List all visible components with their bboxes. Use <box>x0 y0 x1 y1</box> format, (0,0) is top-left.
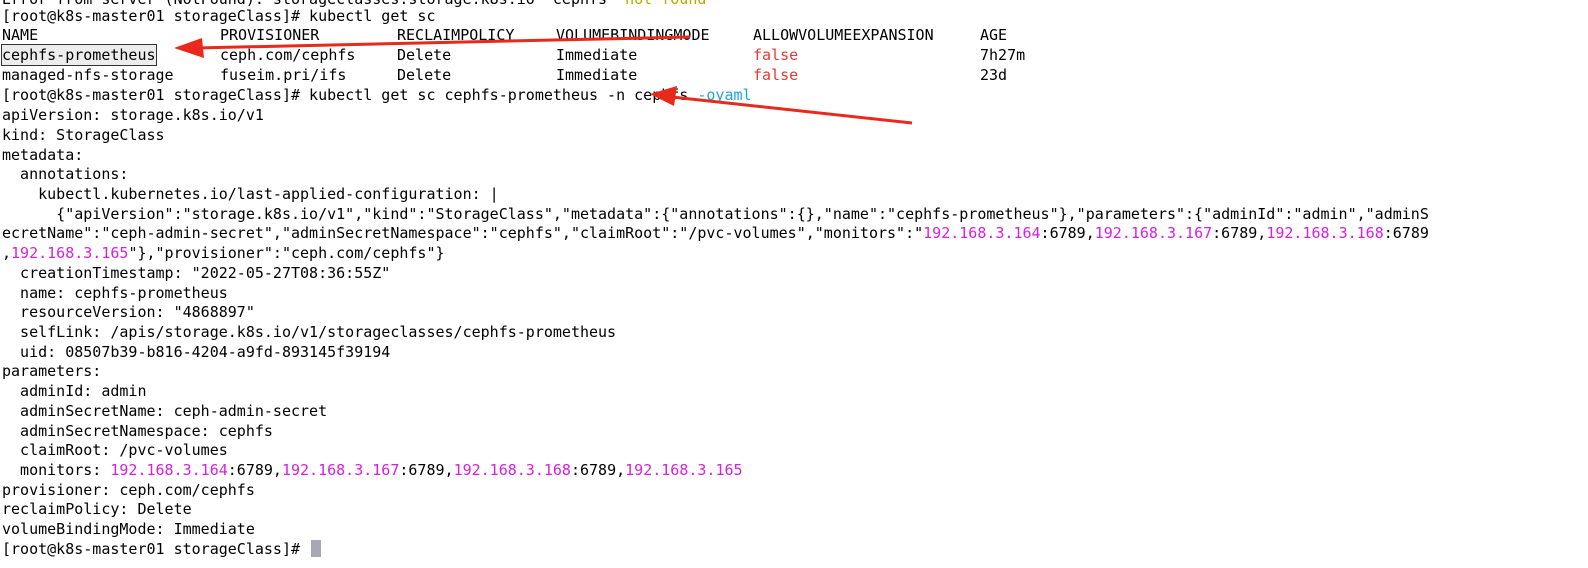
command-line-3[interactable]: [root@k8s-master01 storageClass]# <box>2 539 322 559</box>
yaml-line: annotations: <box>2 165 129 183</box>
table-row: cephfs-prometheus ceph.com/cephfs Delete… <box>1 44 1502 66</box>
row-bindingmode: Immediate <box>556 66 638 84</box>
yaml-line: provisioner: ceph.com/cephfs <box>2 481 255 499</box>
prompt: [root@k8s-master01 storageClass]# <box>2 540 310 558</box>
ip-address: 192.168.3.167 <box>281 461 400 479</box>
header-allowvolumeexpansion: ALLOWVOLUMEEXPANSION <box>753 26 934 44</box>
yaml-line: kind: StorageClass <box>2 126 165 144</box>
row-age: 23d <box>980 66 1008 84</box>
ip-address: 192.168.3.165 <box>11 244 129 262</box>
yaml-line: apiVersion: storage.k8s.io/v1 <box>2 106 264 124</box>
yaml-line: selfLink: /apis/storage.k8s.io/v1/storag… <box>2 323 617 341</box>
row-provisioner: fuseim.pri/ifs <box>220 66 347 84</box>
ip-address: 192.168.3.168 <box>1266 224 1384 242</box>
yaml-line: parameters: <box>2 362 102 380</box>
row-age: 7h27m <box>980 46 1026 64</box>
yaml-line: ,192.168.3.165"},"provisioner":"ceph.com… <box>2 244 445 262</box>
row-bindingmode: Immediate <box>556 46 638 64</box>
yaml-line: adminId: admin <box>2 382 147 400</box>
table-row: managed-nfs-storage fuseim.pri/ifs Delet… <box>2 65 1502 85</box>
yaml-line: monitors: 192.168.3.164:6789,192.168.3.1… <box>2 461 743 479</box>
cursor-icon <box>311 540 322 557</box>
command-line-1: [root@k8s-master01 storageClass]# kubect… <box>2 6 435 26</box>
yaml-line: name: cephfs-prometheus <box>2 284 228 302</box>
yaml-line: adminSecretNamespace: cephfs <box>2 422 273 440</box>
ip-address: 192.168.3.168 <box>453 461 571 479</box>
command-line-2: [root@k8s-master01 storageClass]# kubect… <box>2 85 752 105</box>
header-name: NAME <box>2 26 39 44</box>
ip-address: 192.168.3.164 <box>110 461 228 479</box>
row-expansion: false <box>753 66 799 84</box>
row-name-selected[interactable]: cephfs-prometheus <box>1 44 157 66</box>
yaml-line: adminSecretName: ceph-admin-secret <box>2 402 328 420</box>
ip-address: 192.168.3.165 <box>625 461 743 479</box>
yaml-line: claimRoot: /pvc-volumes <box>2 441 228 459</box>
table-header: NAME PROVISIONER RECLAIMPOLICY VOLUMEBIN… <box>2 25 1502 45</box>
ip-address: 192.168.3.164 <box>923 224 1041 242</box>
yaml-line: resourceVersion: "4868897" <box>2 303 255 321</box>
header-age: AGE <box>980 26 1008 44</box>
yaml-line: volumeBindingMode: Immediate <box>2 520 255 538</box>
command-flag: -oyaml <box>697 86 752 104</box>
prompt: [root@k8s-master01 storageClass]# <box>2 7 310 25</box>
header-reclaimpolicy: RECLAIMPOLICY <box>397 26 515 44</box>
yaml-line: {"apiVersion":"storage.k8s.io/v1","kind"… <box>2 205 1429 223</box>
yaml-line: kubectl.kubernetes.io/last-applied-confi… <box>2 185 499 203</box>
yaml-line: uid: 08507b39-b816-4204-a9fd-893145f3919… <box>2 343 391 361</box>
header-volumebindingmode: VOLUMEBINDINGMODE <box>556 26 710 44</box>
row-reclaimpolicy: Delete <box>397 66 452 84</box>
row-name: managed-nfs-storage <box>2 66 174 84</box>
row-provisioner: ceph.com/cephfs <box>220 46 356 64</box>
header-provisioner: PROVISIONER <box>220 26 320 44</box>
ip-address: 192.168.3.167 <box>1094 224 1213 242</box>
yaml-line: creationTimestamp: "2022-05-27T08:36:55Z… <box>2 264 391 282</box>
row-reclaimpolicy: Delete <box>397 46 452 64</box>
prompt: [root@k8s-master01 storageClass]# <box>2 86 310 104</box>
terminal-window[interactable]: Error from server (NotFound): storagecla… <box>0 0 1588 568</box>
row-expansion: false <box>753 46 799 64</box>
yaml-line: metadata: <box>2 146 84 164</box>
command-text: kubectl get sc <box>309 7 436 25</box>
yaml-line: reclaimPolicy: Delete <box>2 500 192 518</box>
yaml-line: ecretName":"ceph-admin-secret","adminSec… <box>2 224 1429 242</box>
command-text: kubectl get sc cephfs-prometheus -n ceph… <box>309 86 698 104</box>
